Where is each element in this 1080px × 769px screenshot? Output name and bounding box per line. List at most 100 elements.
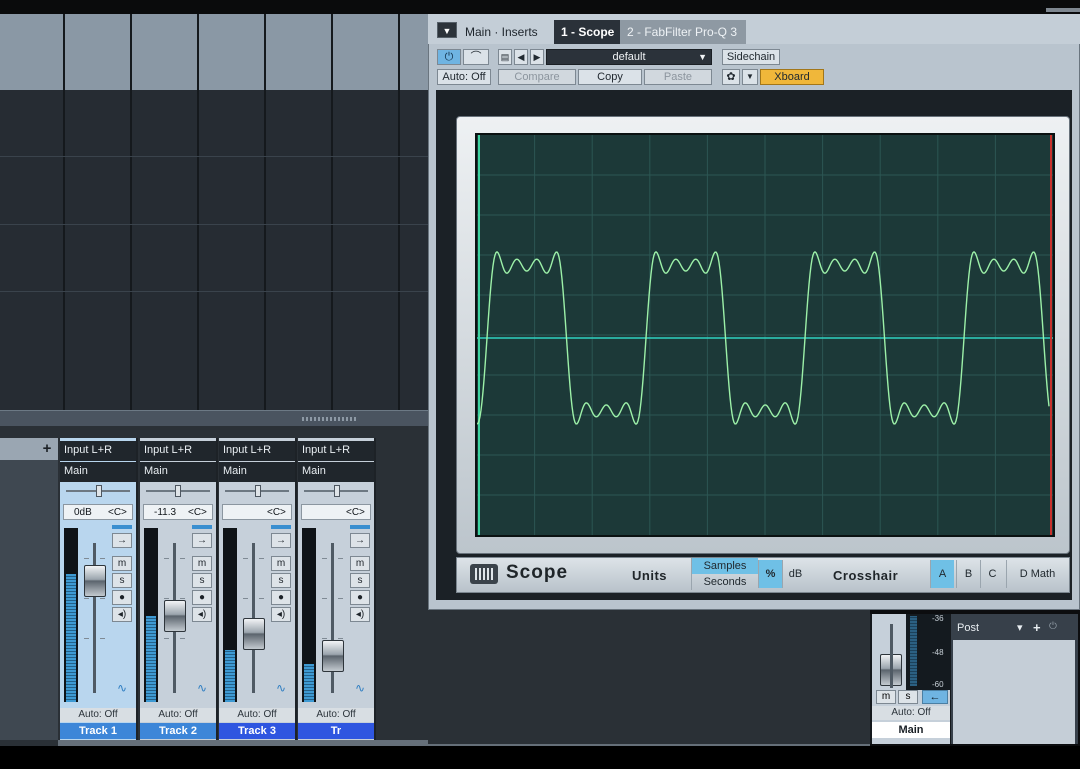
mute-button[interactable]: m (112, 556, 132, 571)
mute-button[interactable]: m (350, 556, 370, 571)
volume-fader[interactable] (164, 600, 186, 632)
waveform-icon[interactable]: ∿ (112, 681, 132, 695)
settings-dropdown-icon[interactable]: ▼ (742, 69, 758, 85)
volume-fader[interactable] (84, 565, 106, 597)
mute-button[interactable]: m (271, 556, 291, 571)
insert-arrow-icon[interactable]: → (350, 533, 370, 548)
input-selector[interactable]: Input L+R (60, 441, 136, 461)
volume-pan-readout[interactable]: -11.3 <C> (143, 504, 213, 520)
plugin-menu-button[interactable]: ▼ (437, 22, 457, 38)
record-button[interactable]: ● (192, 590, 212, 605)
output-selector[interactable]: Main (140, 462, 216, 482)
solo-button[interactable]: s (192, 573, 212, 588)
preset-dropdown[interactable]: default ▼ (546, 49, 712, 65)
automation-button[interactable]: Auto: Off (298, 708, 374, 722)
volume-pan-readout[interactable]: <C> (301, 504, 371, 520)
tab-fabfilter[interactable]: 2 - FabFilter Pro-Q 3 (620, 20, 746, 44)
d-math-button[interactable]: D Math (1006, 560, 1068, 588)
input-selector[interactable]: Input L+R (219, 441, 295, 461)
post-dropdown-icon[interactable]: ▾ (1017, 621, 1023, 634)
compare-curve-icon[interactable]: ⌒ (463, 49, 489, 65)
insert-arrow-icon[interactable]: → (271, 533, 291, 548)
compare-button[interactable]: Compare (498, 69, 576, 85)
automation-button[interactable]: Auto: Off (140, 708, 216, 722)
monitor-icon[interactable]: ◂) (350, 607, 370, 622)
preset-prev-icon[interactable]: ◀ (514, 49, 528, 65)
record-button[interactable]: ● (271, 590, 291, 605)
back-arrow-icon[interactable]: ← (922, 690, 948, 704)
volume-pan-readout[interactable]: 0dB <C> (63, 504, 133, 520)
automation-button[interactable]: Auto: Off (60, 708, 136, 722)
volume-fader[interactable] (322, 640, 344, 672)
xboard-button[interactable]: Xboard (760, 69, 824, 85)
copy-button[interactable]: Copy (578, 69, 642, 85)
units-samples-button[interactable]: Samples (691, 558, 758, 574)
channel-strip[interactable]: Input L+R Main <C> → m s ● ◂) ∿ Auto: Off Track 3 (219, 438, 297, 740)
presonus-logo-icon[interactable] (470, 564, 498, 584)
output-selector[interactable]: Main (219, 462, 295, 482)
main-solo-button[interactable]: s (898, 690, 918, 704)
crosshair-a-button[interactable]: A (930, 560, 954, 588)
channel-strip[interactable]: Input L+R Main -11.3 <C> → m s ● ◂) ∿ Auto: Off Tra… (140, 438, 218, 740)
tab-main-inserts[interactable]: Main · Inserts (458, 20, 545, 44)
volume-pan-readout[interactable]: <C> (222, 504, 292, 520)
level-meter (144, 528, 158, 702)
preset-list-icon[interactable]: ▤ (498, 49, 512, 65)
post-power-icon[interactable]: ⏻ (1049, 621, 1057, 632)
crosshair-c-button[interactable]: C (980, 560, 1004, 588)
record-button[interactable]: ● (112, 590, 132, 605)
waveform-icon[interactable]: ∿ (350, 681, 370, 695)
input-selector[interactable]: Input L+R (140, 441, 216, 461)
solo-button[interactable]: s (271, 573, 291, 588)
paste-button[interactable]: Paste (644, 69, 712, 85)
solo-button[interactable]: s (112, 573, 132, 588)
solo-button[interactable]: s (350, 573, 370, 588)
power-button[interactable]: ⏻ (437, 49, 461, 65)
main-mute-button[interactable]: m (876, 690, 896, 704)
waveform-icon[interactable]: ∿ (271, 681, 291, 695)
post-add-button[interactable]: + (1033, 620, 1041, 635)
monitor-icon[interactable]: ◂) (112, 607, 132, 622)
pan-slider-handle[interactable] (255, 485, 261, 497)
track-name[interactable]: Tr (298, 723, 374, 739)
track-name[interactable]: Track 3 (219, 723, 295, 739)
window-menu-handle[interactable] (1046, 8, 1080, 12)
pan-slider-handle[interactable] (334, 485, 340, 497)
automation-button[interactable]: Auto: Off (437, 69, 491, 85)
channel-strip[interactable]: Input L+R Main 0dB <C> → m s ● ◂) ∿ Auto: Off Track… (60, 438, 138, 740)
db-button[interactable]: dB (782, 560, 808, 588)
arrange-horizontal-scrollbar[interactable] (0, 410, 430, 426)
input-selector[interactable]: Input L+R (298, 441, 374, 461)
units-seconds-button[interactable]: Seconds (691, 574, 758, 590)
waveform-icon[interactable]: ∿ (192, 681, 212, 695)
crosshair-b-button[interactable]: B (956, 560, 980, 588)
scope-display[interactable] (475, 133, 1055, 537)
track-name[interactable]: Track 2 (140, 723, 216, 739)
monitor-icon[interactable]: ◂) (192, 607, 212, 622)
splitter-grip[interactable] (302, 417, 356, 421)
preset-next-icon[interactable]: ▶ (530, 49, 544, 65)
gear-icon[interactable]: ✿ (722, 69, 740, 85)
main-channel-name[interactable]: Main (872, 722, 950, 738)
monitor-icon[interactable]: ◂) (271, 607, 291, 622)
post-insert-slots[interactable] (953, 640, 1075, 744)
track-name[interactable]: Track 1 (60, 723, 136, 739)
insert-arrow-icon[interactable]: → (192, 533, 212, 548)
arrange-view[interactable] (0, 14, 430, 412)
channel-strip[interactable]: Input L+R Main <C> → m s ● ◂) ∿ Auto: Off Tr (298, 438, 376, 740)
output-selector[interactable]: Main (60, 462, 136, 482)
automation-button[interactable]: Auto: Off (219, 708, 295, 722)
pan-slider-handle[interactable] (175, 485, 181, 497)
sidechain-button[interactable]: Sidechain (722, 49, 780, 65)
main-automation-button[interactable]: Auto: Off (872, 706, 950, 720)
add-channel-button[interactable]: + (40, 441, 54, 457)
record-button[interactable]: ● (350, 590, 370, 605)
mute-button[interactable]: m (192, 556, 212, 571)
tab-scope[interactable]: 1 - Scope (554, 20, 620, 44)
pan-slider-handle[interactable] (96, 485, 102, 497)
output-selector[interactable]: Main (298, 462, 374, 482)
percent-button[interactable]: % (758, 560, 782, 588)
volume-fader[interactable] (243, 618, 265, 650)
insert-arrow-icon[interactable]: → (112, 533, 132, 548)
waveform-plot (477, 135, 1053, 535)
